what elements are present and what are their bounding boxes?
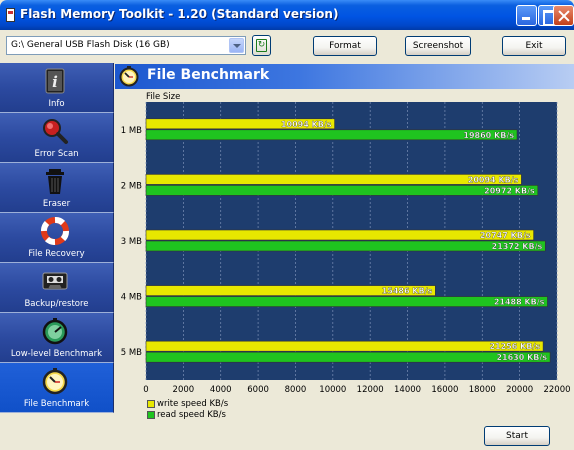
x-tick-label: 22000 — [543, 385, 570, 395]
chart-legend: write speed KB/s read speed KB/s — [147, 399, 228, 421]
page-title: File Benchmark — [147, 67, 270, 83]
sidebar-item-error-scan[interactable]: Error Scan — [0, 113, 114, 163]
sidebar-item-label: Info — [48, 99, 65, 109]
sidebar: i Info Error Scan Eraser File Recovery B… — [0, 63, 115, 450]
stopwatch-icon — [119, 66, 139, 87]
bar-value-label: 20972 KB/s — [484, 186, 535, 195]
refresh-icon: ↻ — [256, 39, 267, 52]
x-tick-label: 8000 — [285, 385, 307, 395]
screenshot-button[interactable]: Screenshot — [405, 36, 471, 56]
app-icon — [6, 8, 15, 22]
bar-value-label: 21372 KB/s — [492, 242, 543, 251]
magnifier-icon — [43, 119, 68, 144]
sidebar-item-label: Backup/restore — [24, 299, 89, 309]
x-tick-label: 2000 — [173, 385, 195, 395]
read-speed-bar — [145, 351, 551, 363]
stopwatch-icon — [42, 368, 68, 395]
x-tick-label: 0 — [143, 385, 148, 395]
app-window: Flash Memory Toolkit - 1.20 (Standard ve… — [0, 0, 574, 450]
info-icon: i — [45, 68, 65, 94]
start-button[interactable]: Start — [484, 426, 550, 446]
sidebar-item-label: Eraser — [42, 199, 71, 209]
legend-item-read: read speed KB/s — [147, 410, 228, 421]
lifebuoy-icon — [41, 217, 69, 245]
sidebar-item-label: File Benchmark — [23, 399, 90, 409]
bar-value-label: 19860 KB/s — [463, 131, 514, 140]
read-speed-bar — [145, 185, 539, 196]
y-category-label: 2 MB — [121, 181, 142, 191]
cassette-icon — [42, 272, 68, 290]
minimize-button[interactable] — [516, 5, 537, 26]
y-category-label: 1 MB — [121, 126, 142, 136]
bar-value-label: 21488 KB/s — [494, 298, 545, 307]
gauge-icon — [42, 318, 68, 345]
write-speed-bar — [145, 340, 544, 352]
bar-value-label: 21256 KB/s — [489, 342, 540, 351]
drive-select[interactable]: G:\ General USB Flash Disk (16 GB) — [6, 36, 246, 55]
sidebar-item-file-benchmark[interactable]: File Benchmark — [0, 363, 114, 413]
chevron-down-icon[interactable] — [229, 38, 244, 53]
drive-select-value: G:\ General USB Flash Disk (16 GB) — [11, 40, 170, 50]
sidebar-item-eraser[interactable]: Eraser — [0, 163, 114, 213]
y-category-label: 5 MB — [121, 348, 142, 358]
legend-swatch-read — [147, 411, 155, 419]
x-tick-label: 20000 — [506, 385, 533, 395]
read-speed-bar — [145, 296, 548, 307]
x-tick-label: 14000 — [394, 385, 421, 395]
close-button[interactable] — [553, 5, 574, 26]
bar-value-label: 20094 KB/s — [468, 175, 519, 184]
bar-value-label: 21630 KB/s — [496, 353, 547, 362]
sidebar-item-info[interactable]: i Info — [0, 63, 114, 113]
sidebar-item-label: Error Scan — [34, 149, 79, 159]
x-tick-label: 10000 — [319, 385, 346, 395]
bar-value-label: 20747 KB/s — [480, 231, 531, 240]
chart-ylabel: File Size — [146, 92, 180, 102]
write-speed-bar — [145, 174, 522, 185]
x-tick-label: 4000 — [210, 385, 232, 395]
x-tick-label: 6000 — [247, 385, 269, 395]
svg-text:i: i — [52, 73, 58, 91]
x-tick-label: 18000 — [469, 385, 496, 395]
title-bar[interactable]: Flash Memory Toolkit - 1.20 (Standard ve… — [0, 0, 574, 30]
sidebar-item-file-recovery[interactable]: File Recovery — [0, 213, 114, 263]
panel-header: File Benchmark — [115, 64, 574, 89]
main-panel: File Benchmark File Size 10094 KB/s 19860… — [115, 63, 574, 450]
trash-icon — [46, 169, 64, 194]
read-speed-bar — [145, 240, 546, 252]
y-category-label: 3 MB — [121, 237, 142, 247]
bar-value-label: 10094 KB/s — [281, 120, 332, 129]
legend-label-write: write speed KB/s — [157, 399, 229, 409]
sidebar-item-backup-restore[interactable]: Backup/restore — [0, 263, 114, 313]
x-tick-label: 12000 — [357, 385, 384, 395]
toolbar: G:\ General USB Flash Disk (16 GB) ↻ For… — [0, 30, 574, 63]
write-speed-bar — [145, 229, 534, 241]
y-category-label: 4 MB — [121, 293, 142, 303]
sidebar-item-label: Low-level Benchmark — [10, 349, 103, 359]
x-tick-label: 16000 — [431, 385, 458, 395]
sidebar-item-label: File Recovery — [28, 249, 85, 259]
legend-label-read: read speed KB/s — [157, 410, 226, 420]
exit-button[interactable]: Exit — [502, 36, 566, 56]
read-speed-bar — [145, 129, 518, 141]
format-button[interactable]: Format — [313, 36, 377, 56]
bar-value-label: 15486 KB/s — [382, 287, 433, 296]
window-title: Flash Memory Toolkit - 1.20 (Standard ve… — [20, 7, 339, 21]
refresh-button[interactable]: ↻ — [252, 35, 271, 56]
legend-item-write: write speed KB/s — [147, 399, 228, 410]
sidebar-item-low-level-benchmark[interactable]: Low-level Benchmark — [0, 313, 114, 363]
legend-swatch-write — [147, 400, 155, 408]
benchmark-chart: File Size 10094 KB/s 19860 KB/s 20094 KB/s… — [121, 92, 571, 395]
